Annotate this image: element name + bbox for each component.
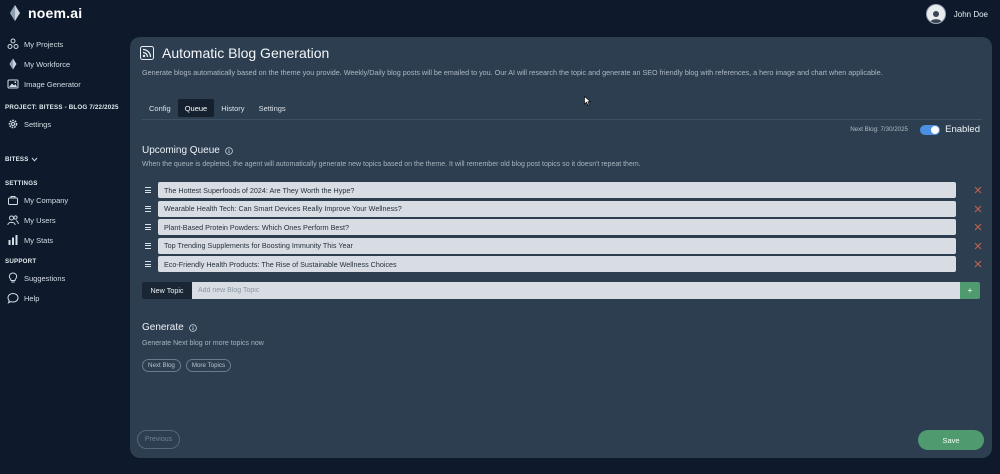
toggle-knob: [931, 126, 939, 134]
info-icon[interactable]: [225, 146, 233, 155]
queue-item: Wearable Health Tech: Can Smart Devices …: [142, 200, 986, 219]
queue-description: When the queue is depleted, the agent wi…: [142, 161, 641, 168]
avatar[interactable]: [925, 4, 946, 24]
queue-list: The Hottest Superfoods of 2024: Are They…: [142, 181, 986, 274]
panel-header: Automatic Blog Generation: [140, 45, 329, 61]
info-icon[interactable]: [188, 323, 197, 332]
company-selector[interactable]: BITESS: [0, 152, 124, 166]
queue-item-title[interactable]: Eco-Friendly Health Products: The Rise o…: [158, 256, 956, 273]
projects-icon: [7, 38, 19, 49]
sidebar-item-my-projects[interactable]: My Projects: [0, 34, 124, 54]
user-avatar-icon: [929, 11, 942, 23]
user-name: John Doe: [953, 9, 988, 19]
remove-icon[interactable]: [972, 184, 984, 196]
tab-history[interactable]: History: [214, 99, 251, 117]
queue-title: Upcoming Queue: [142, 145, 233, 156]
image-icon: [7, 79, 19, 89]
tab-queue[interactable]: Queue: [177, 99, 215, 117]
tab-bar: Config Queue History Settings: [142, 99, 293, 117]
generate-title: Generate: [142, 322, 197, 333]
drag-handle-icon[interactable]: [142, 187, 158, 194]
drag-handle-icon[interactable]: [142, 242, 158, 249]
stats-icon: [8, 235, 18, 245]
queue-item-title[interactable]: The Hottest Superfoods of 2024: Are They…: [158, 182, 956, 199]
drag-handle-icon[interactable]: [142, 224, 158, 231]
top-bar: noem.ai John Doe: [0, 0, 1000, 30]
remove-icon[interactable]: [972, 240, 984, 252]
sidebar-item-label: My Company: [24, 195, 69, 205]
tab-settings[interactable]: Settings: [252, 99, 293, 117]
logo-icon: [10, 5, 20, 21]
generate-description: Generate Next blog or more topics now: [142, 340, 264, 347]
page-description: Generate blogs automatically based on th…: [142, 68, 883, 77]
remove-icon[interactable]: [972, 203, 984, 215]
sidebar-item-label: Help: [24, 293, 40, 303]
new-topic-row: New Topic +: [142, 282, 980, 299]
sidebar: My Projects My Workforce Image Generator…: [0, 34, 124, 308]
sidebar-item-project-settings[interactable]: Settings: [0, 114, 124, 134]
mouse-cursor-icon: [584, 96, 592, 106]
rss-icon: [140, 46, 154, 60]
queue-item: Top Trending Supplements for Boosting Im…: [142, 237, 986, 256]
add-topic-button[interactable]: +: [960, 282, 980, 299]
remove-icon[interactable]: [972, 221, 984, 233]
generate-title-text: Generate: [142, 322, 184, 333]
sidebar-item-label: My Stats: [24, 235, 54, 245]
chat-icon: [7, 292, 19, 304]
next-blog-button[interactable]: Next Blog: [142, 359, 181, 372]
company-selector-label: BITESS: [5, 155, 29, 163]
queue-item: Eco-Friendly Health Products: The Rise o…: [142, 255, 986, 274]
new-topic-label: New Topic: [142, 282, 192, 299]
brand-name: noem.ai: [28, 5, 83, 21]
sidebar-item-label: My Projects: [24, 39, 64, 49]
sidebar-item-label: My Workforce: [24, 59, 71, 69]
logo[interactable]: noem.ai: [10, 5, 82, 21]
sidebar-item-image-generator[interactable]: Image Generator: [0, 74, 124, 94]
queue-item: Plant-Based Protein Powders: Which Ones …: [142, 218, 986, 237]
gear-icon: [8, 119, 18, 129]
sidebar-item-my-stats[interactable]: My Stats: [0, 230, 124, 250]
drag-handle-icon[interactable]: [142, 261, 158, 268]
more-topics-button[interactable]: More Topics: [185, 359, 232, 372]
sidebar-item-suggestions[interactable]: Suggestions: [0, 268, 124, 288]
queue-item-title[interactable]: Plant-Based Protein Powders: Which Ones …: [158, 219, 956, 236]
tab-divider: [142, 119, 982, 120]
blog-generation-panel: Automatic Blog Generation Generate blogs…: [130, 37, 992, 458]
generate-actions: Next Blog More Topics: [142, 359, 232, 372]
drag-handle-icon[interactable]: [142, 205, 158, 212]
sidebar-item-label: Suggestions: [24, 273, 66, 283]
queue-item-title[interactable]: Wearable Health Tech: Can Smart Devices …: [158, 200, 956, 217]
enabled-label: Enabled: [945, 124, 980, 135]
sidebar-item-label: Settings: [24, 119, 52, 129]
sidebar-item-help[interactable]: Help: [0, 288, 124, 308]
next-blog-date: Next Blog: 7/30/2025: [850, 126, 908, 133]
remove-icon[interactable]: [972, 258, 984, 270]
user-menu[interactable]: John Doe: [925, 4, 988, 24]
queue-item-title[interactable]: Top Trending Supplements for Boosting Im…: [158, 237, 956, 254]
queue-title-text: Upcoming Queue: [142, 145, 220, 156]
sidebar-item-my-workforce[interactable]: My Workforce: [0, 54, 124, 74]
new-topic-input[interactable]: [192, 282, 960, 299]
users-icon: [7, 215, 19, 226]
tab-config[interactable]: Config: [142, 99, 178, 117]
sidebar-item-my-users[interactable]: My Users: [0, 210, 124, 230]
project-heading: PROJECT: BITESS - BLOG 7/22/2025: [5, 103, 119, 111]
company-icon: [8, 196, 18, 205]
sidebar-item-label: Image Generator: [24, 79, 81, 89]
queue-item: The Hottest Superfoods of 2024: Are They…: [142, 181, 986, 200]
sidebar-item-label: My Users: [24, 215, 56, 225]
support-heading: SUPPORT: [5, 257, 37, 265]
lightbulb-icon: [8, 272, 18, 283]
page-title: Automatic Blog Generation: [162, 45, 330, 61]
chevron-down-icon: [31, 157, 37, 162]
settings-heading: SETTINGS: [5, 179, 38, 187]
previous-button[interactable]: Previous: [137, 430, 180, 449]
sidebar-item-my-company[interactable]: My Company: [0, 190, 124, 210]
save-button[interactable]: Save: [918, 430, 984, 450]
enabled-toggle[interactable]: [920, 125, 940, 135]
workforce-icon: [9, 58, 17, 70]
